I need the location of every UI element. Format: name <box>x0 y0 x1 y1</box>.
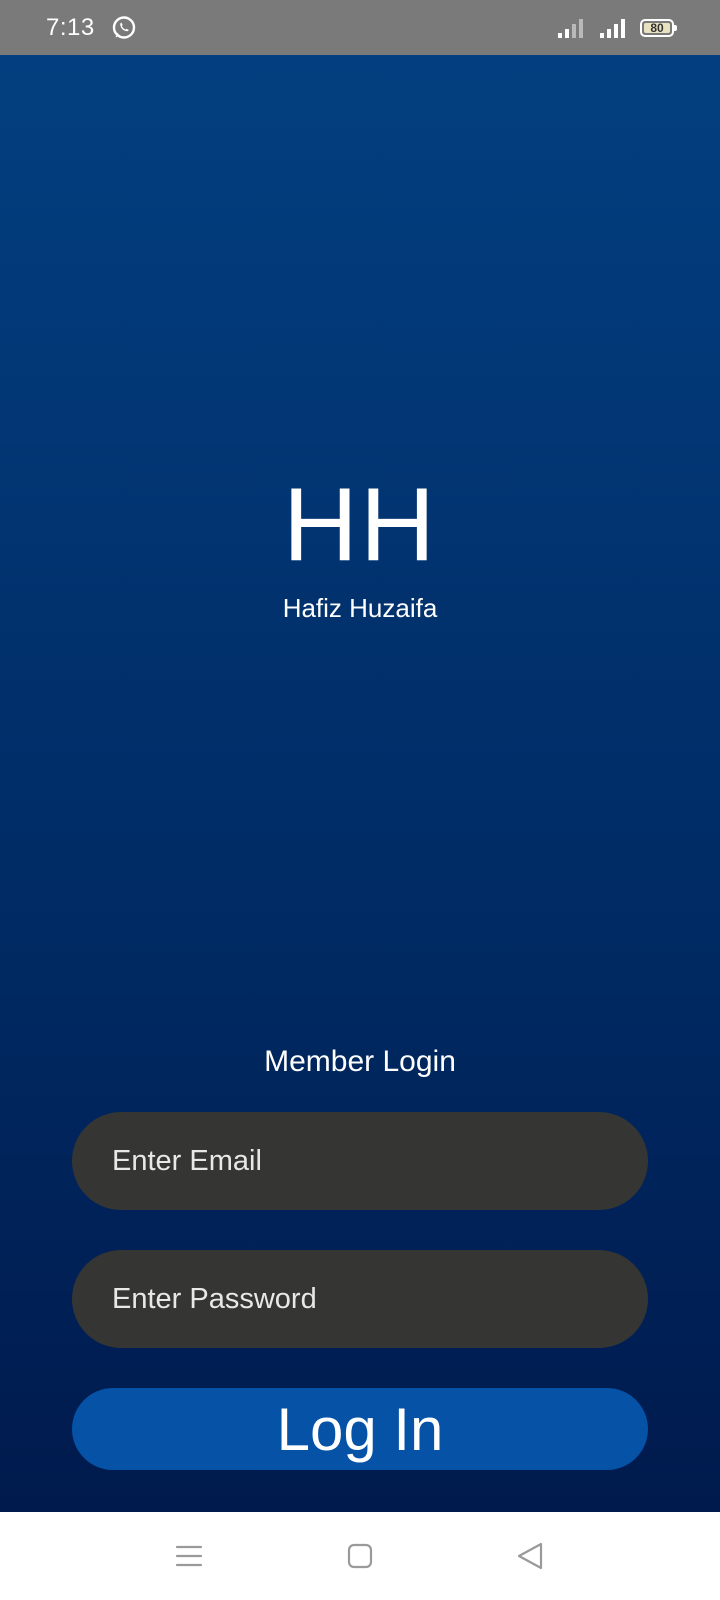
menu-icon[interactable] <box>173 1540 205 1572</box>
logo-name: Hafiz Huzaifa <box>282 593 438 623</box>
section-title: Member Login <box>264 1045 456 1078</box>
back-icon[interactable] <box>514 1540 546 1572</box>
battery-level: 80 <box>650 20 664 35</box>
home-icon[interactable] <box>344 1540 376 1572</box>
status-time: 7:13 <box>46 13 95 41</box>
signal-icon <box>598 17 628 39</box>
login-button[interactable]: Log In <box>72 1388 648 1470</box>
logo-text: HH <box>282 467 438 583</box>
signal-icon <box>556 17 586 39</box>
login-screen: HH Hafiz Huzaifa Member Login Log In <box>0 55 720 1512</box>
email-field[interactable] <box>72 1112 648 1210</box>
password-field[interactable] <box>72 1250 648 1348</box>
status-icons: 80 <box>556 17 677 39</box>
navigation-bar <box>0 1512 720 1600</box>
whatsapp-icon <box>111 15 137 41</box>
battery-icon: 80 <box>640 18 677 37</box>
status-bar: 7:13 80 <box>0 0 720 55</box>
